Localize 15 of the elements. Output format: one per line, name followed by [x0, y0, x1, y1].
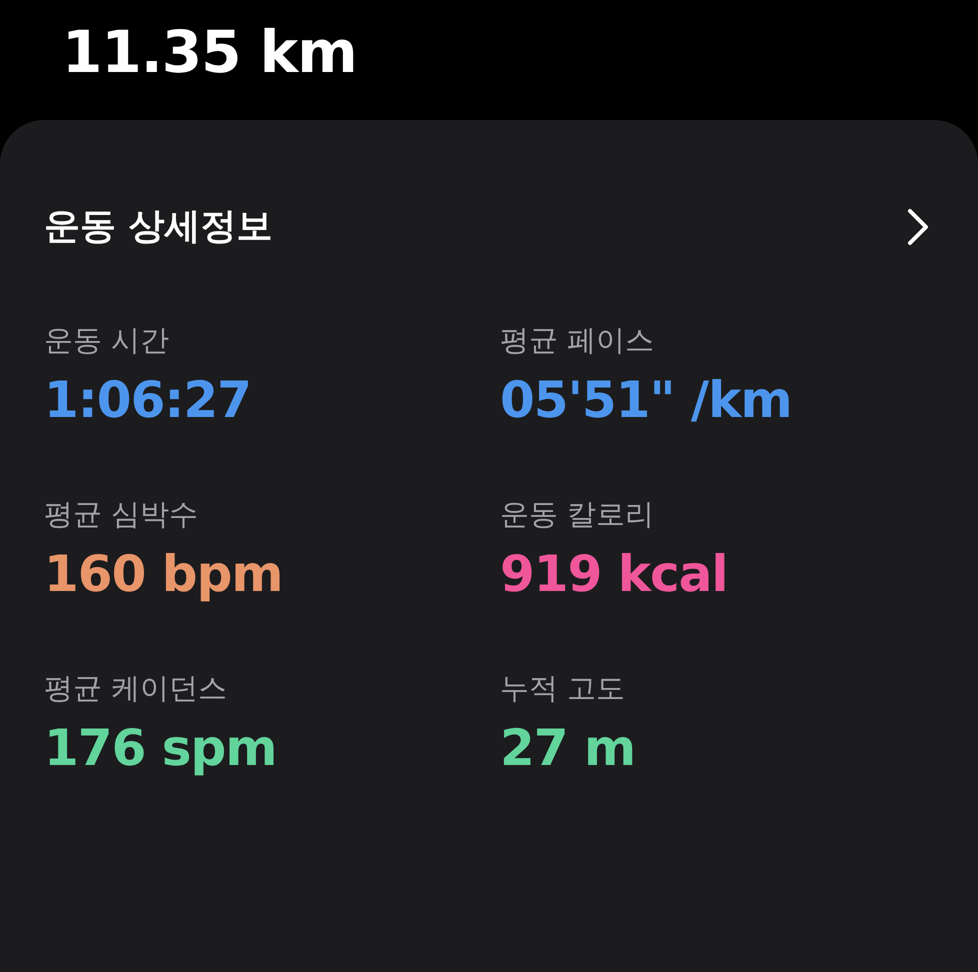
metric-label: 운동 시간: [44, 322, 170, 359]
metric-value: 1:06:27: [44, 371, 252, 429]
metric-label: 운동 칼로리: [500, 496, 656, 533]
metric-label: 평균 페이스: [500, 322, 656, 359]
metric-label: 누적 고도: [500, 670, 626, 707]
card-title: 운동 상세정보: [44, 205, 273, 249]
metric-value: 176 spm: [44, 719, 278, 777]
metric-label: 평균 케이던스: [44, 670, 228, 707]
distance-heading: 11.35 km: [61, 17, 358, 88]
metric-value: 27 m: [500, 719, 636, 777]
metric-value: 160 bpm: [44, 545, 284, 603]
chevron-right-icon[interactable]: [906, 206, 930, 246]
metric-value: 919 kcal: [500, 545, 729, 603]
metric-label: 평균 심박수: [44, 496, 200, 533]
metric-value: 05'51" /km: [500, 371, 793, 429]
